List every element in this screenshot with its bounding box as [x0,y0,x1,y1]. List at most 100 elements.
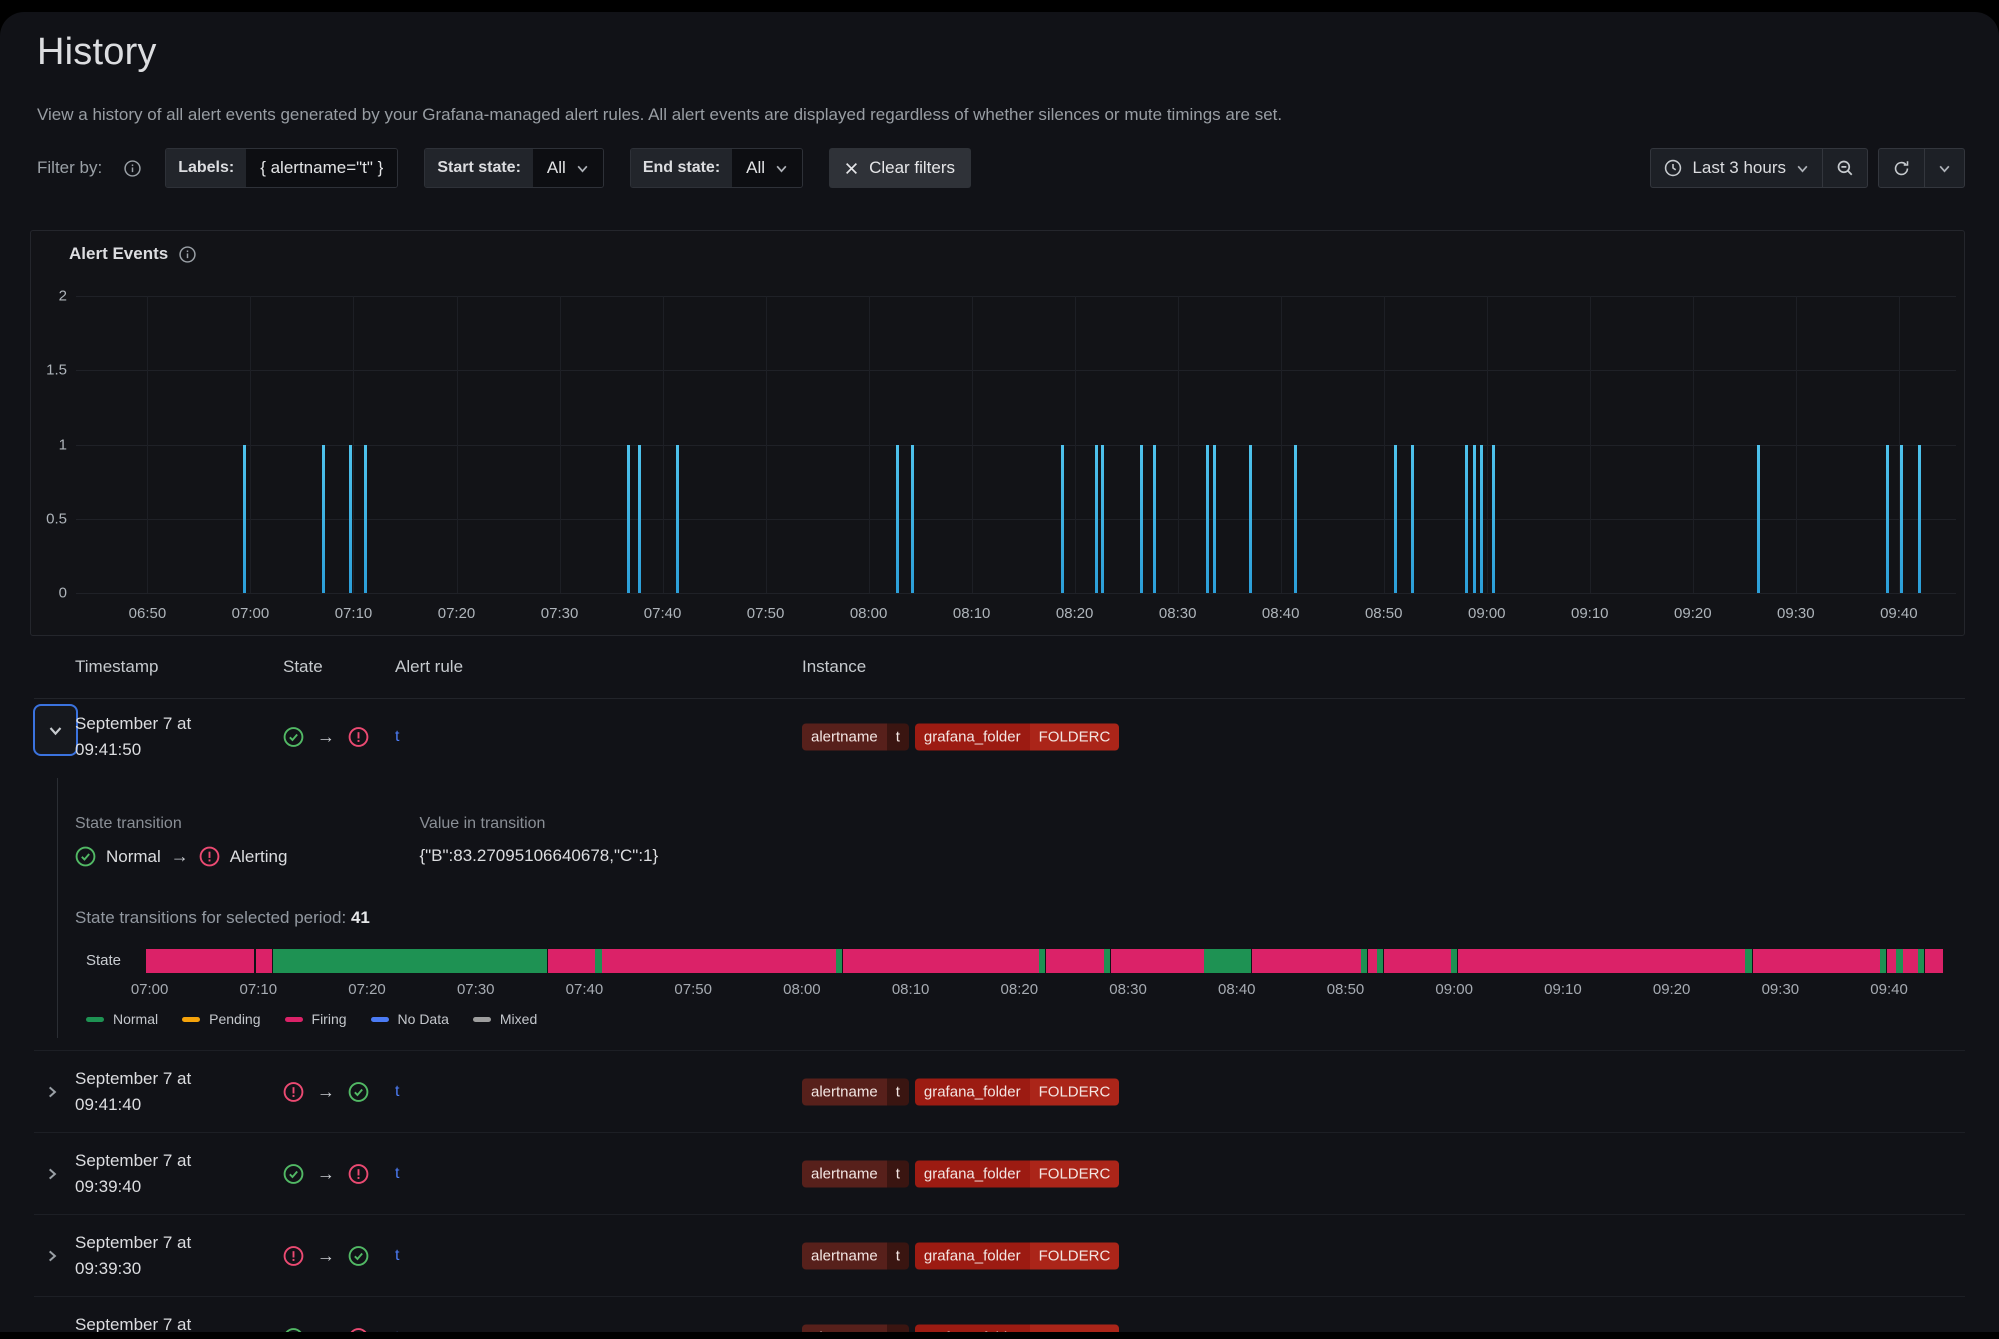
instance-label-badge: alertnamet [802,1160,909,1187]
alert-rule-link[interactable]: t [395,728,399,745]
gridline [76,370,1956,371]
x-tick-label: 08:30 [1159,605,1197,622]
start-state-filter: Start state: All [424,148,603,188]
gridline [1178,296,1179,593]
clear-filters-button[interactable]: Clear filters [829,148,971,188]
label-value: t [887,1160,909,1187]
timeline-segment-normal [595,949,601,973]
table-header-row: Timestamp State Alert rule Instance [34,636,1965,699]
label-key: grafana_folder [915,724,1030,751]
end-state-select[interactable]: All [732,149,802,187]
column-header-alert-rule: Alert rule [395,657,463,677]
y-tick-label: 0 [59,585,67,602]
timeline-segment-normal [836,949,842,973]
x-tick-label: 07:00 [131,981,169,998]
chevron-down-icon [1796,162,1809,175]
alert-event-bar [1095,445,1098,594]
legend-item-normal[interactable]: Normal [86,1011,158,1027]
alert-event-bar [1757,445,1760,594]
timeline-segment-firing [1753,949,1881,973]
refresh-interval-dropdown[interactable] [1924,149,1964,187]
chevron-down-icon [775,162,788,175]
alert-rule-link[interactable]: t [395,1329,399,1333]
gridline [766,296,767,593]
alert-rule-link[interactable]: t [395,1247,399,1264]
label-key: grafana_folder [915,1160,1030,1187]
label-key: alertname [802,1160,887,1187]
exclamation-circle-icon [348,1163,369,1184]
expand-row-button[interactable] [36,1158,68,1190]
arrow-right-icon: → [317,727,335,748]
exclamation-circle-icon [199,846,220,867]
x-tick-label: 08:30 [1109,981,1147,998]
instance-labels: alertnametgrafana_folderFOLDERC [802,1160,1119,1187]
instance-labels: alertnametgrafana_folderFOLDERC [802,1078,1119,1105]
expand-row-button[interactable] [36,1240,68,1272]
x-tick-label: 09:20 [1653,981,1691,998]
info-icon[interactable] [179,246,196,263]
panel-title: Alert Events [69,244,168,264]
timeline-segment-firing [1111,949,1204,973]
y-axis-labels: 21.510.50 [39,296,67,593]
instance-labels: alertnametgrafana_folderFOLDERC [802,1242,1119,1269]
filter-bar: Filter by: Labels: { alertname="t" } Sta… [37,147,1965,189]
x-tick-label: 09:20 [1674,605,1712,622]
y-tick-label: 1.5 [46,362,67,379]
label-value: t [887,724,909,751]
gridline [1075,296,1076,593]
legend-swatch [182,1017,200,1022]
expand-row-button[interactable] [36,1076,68,1108]
alert-event-bar [638,445,641,594]
legend-item-mixed[interactable]: Mixed [473,1011,537,1027]
legend-item-pending[interactable]: Pending [182,1011,260,1027]
legend-item-firing[interactable]: Firing [285,1011,347,1027]
alert-event-bar [1900,445,1903,594]
transitions-count: 41 [351,908,370,927]
gridline [76,445,1956,446]
x-tick-label: 09:40 [1880,605,1918,622]
time-range-label: Last 3 hours [1692,158,1786,178]
alert-rule-link[interactable]: t [395,1083,399,1100]
timestamp-cell: September 7 at 09:39:40 [75,1148,191,1200]
x-tick-label: 07:40 [644,605,682,622]
zoom-out-time-button[interactable] [1822,149,1867,187]
alert-event-bar [1294,445,1297,594]
refresh-button[interactable] [1879,149,1924,187]
alert-event-bar [1213,445,1216,594]
alert-event-bar [364,445,367,594]
legend-item-no-data[interactable]: No Data [371,1011,449,1027]
check-circle-icon [75,846,96,867]
grafana-alert-history-page: History View a history of all alert even… [0,12,1999,1332]
timeline-segment-normal [1745,949,1751,973]
time-range-picker: Last 3 hours [1650,148,1868,188]
labels-filter-input[interactable]: { alertname="t" } [246,149,397,187]
instance-label-badge: grafana_folderFOLDERC [915,1078,1119,1105]
legend-label: Firing [312,1011,347,1027]
x-axis-labels: 06:5007:0007:1007:2007:3007:4007:5008:00… [76,605,1956,625]
alert-rule-link[interactable]: t [395,1165,399,1182]
x-tick-label: 08:20 [1001,981,1039,998]
gridline [1796,296,1797,593]
x-tick-label: 06:50 [129,605,167,622]
start-state-select[interactable]: All [533,149,603,187]
state-transition-cell: → [283,1245,369,1266]
zoom-out-icon [1836,159,1854,177]
alert-event-bar [627,445,630,594]
instance-label-badge: alertnamet [802,1078,909,1105]
timeline-segment-normal [1039,949,1045,973]
gridline [663,296,664,593]
expand-row-button[interactable] [36,1322,68,1333]
info-icon[interactable] [124,160,141,177]
gridline [1693,296,1694,593]
timeline-segment-firing [256,949,272,973]
end-state-label: End state: [631,149,732,187]
timeline-segment-firing [843,949,1039,973]
time-range-button[interactable]: Last 3 hours [1651,149,1822,187]
chevron-down-icon [1938,162,1951,175]
x-tick-label: 07:10 [335,605,373,622]
timeline-segment-firing [602,949,836,973]
alert-events-chart[interactable] [76,296,1956,593]
collapse-row-button[interactable] [33,704,78,756]
state-transition-value: Normal→Alerting [75,846,287,867]
start-state-label: Start state: [425,149,533,187]
